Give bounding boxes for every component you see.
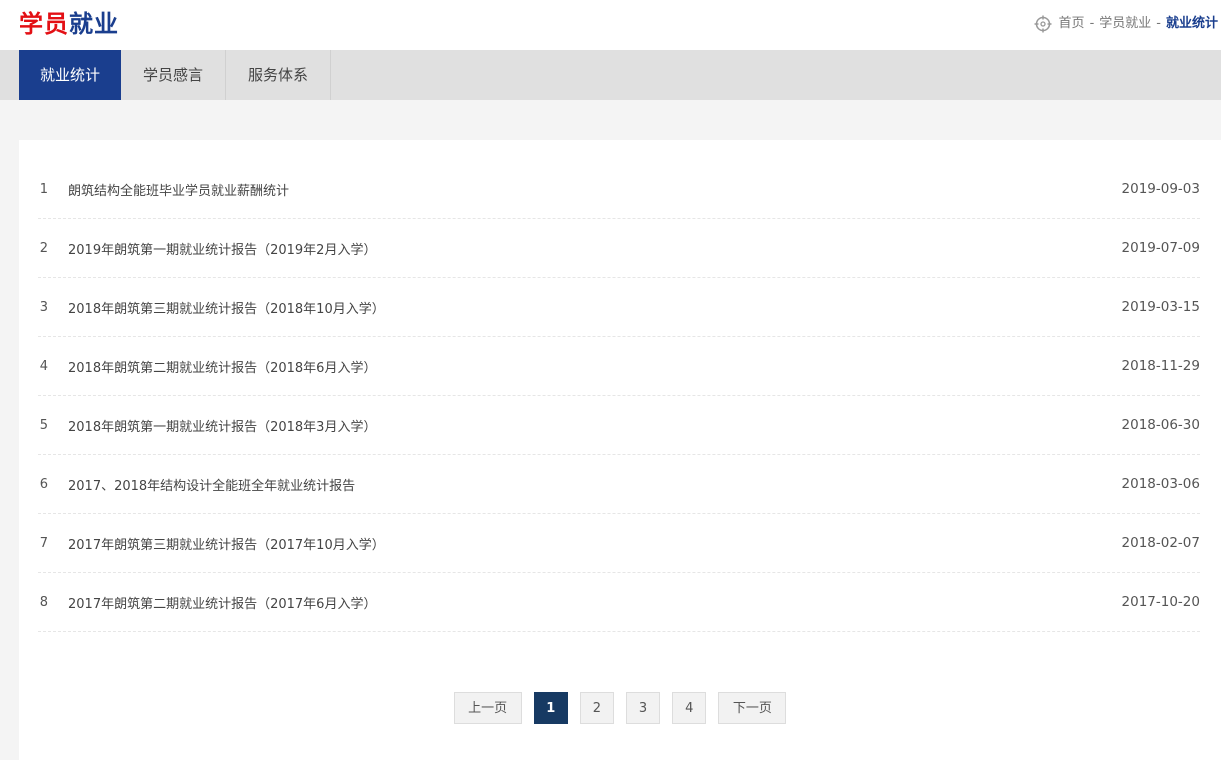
item-number: 2 xyxy=(39,240,48,256)
item-date: 2018-06-30 xyxy=(1121,417,1200,433)
pagination: 上一页 1 2 3 4 下一页 xyxy=(19,692,1221,724)
item-date: 2019-09-03 xyxy=(1121,181,1200,197)
page-1-button[interactable]: 1 xyxy=(533,692,568,724)
breadcrumb-separator: - xyxy=(1156,16,1161,31)
page-4-button[interactable]: 4 xyxy=(672,692,707,724)
list-item: 7 2017年朗筑第三期就业统计报告（2017年10月入学） 2018-02-0… xyxy=(38,514,1200,573)
item-date: 2018-11-29 xyxy=(1121,358,1200,374)
list-item: 5 2018年朗筑第一期就业统计报告（2018年3月入学） 2018-06-30 xyxy=(38,396,1200,455)
list-item: 4 2018年朗筑第二期就业统计报告（2018年6月入学） 2018-11-29 xyxy=(38,337,1200,396)
list-item: 3 2018年朗筑第三期就业统计报告（2018年10月入学） 2019-03-1… xyxy=(38,278,1200,337)
item-number: 3 xyxy=(39,299,48,315)
item-title-link[interactable]: 2018年朗筑第三期就业统计报告（2018年10月入学） xyxy=(68,298,1122,317)
page-2-button[interactable]: 2 xyxy=(579,692,614,724)
item-title-link[interactable]: 2017年朗筑第二期就业统计报告（2017年6月入学） xyxy=(68,593,1122,612)
item-date: 2018-02-07 xyxy=(1121,535,1200,551)
list-item: 2 2019年朗筑第一期就业统计报告（2019年2月入学） 2019-07-09 xyxy=(38,219,1200,278)
section-title-part2: 就业 xyxy=(69,10,119,38)
item-title-link[interactable]: 2019年朗筑第一期就业统计报告（2019年2月入学） xyxy=(68,239,1122,258)
prev-page-button[interactable]: 上一页 xyxy=(453,692,522,724)
report-list: 1 朗筑结构全能班毕业学员就业薪酬统计 2019-09-03 2 2019年朗筑… xyxy=(19,140,1221,632)
top-bar: 学员就业 首页 - 学员就业 - 就业统计 xyxy=(0,0,1221,50)
list-item: 8 2017年朗筑第二期就业统计报告（2017年6月入学） 2017-10-20 xyxy=(38,573,1200,632)
breadcrumb-home-link[interactable]: 首页 xyxy=(1059,14,1085,34)
item-date: 2017-10-20 xyxy=(1121,594,1200,610)
tab-bar: 就业统计 学员感言 服务体系 xyxy=(0,50,1221,100)
breadcrumb-employment-link[interactable]: 学员就业 xyxy=(1099,14,1151,34)
item-number: 8 xyxy=(39,594,48,610)
item-number: 6 xyxy=(39,476,48,492)
list-item: 6 2017、2018年结构设计全能班全年就业统计报告 2018-03-06 xyxy=(38,455,1200,514)
next-page-button[interactable]: 下一页 xyxy=(718,692,787,724)
item-date: 2018-03-06 xyxy=(1121,476,1200,492)
tab-student-testimonials[interactable]: 学员感言 xyxy=(121,50,227,100)
page-3-button[interactable]: 3 xyxy=(626,692,661,724)
item-title-link[interactable]: 2017、2018年结构设计全能班全年就业统计报告 xyxy=(68,475,1122,494)
item-date: 2019-07-09 xyxy=(1121,240,1200,256)
item-number: 4 xyxy=(39,358,48,374)
breadcrumb-current: 就业统计 xyxy=(1165,16,1218,31)
item-title-link[interactable]: 2017年朗筑第三期就业统计报告（2017年10月入学） xyxy=(68,534,1122,553)
section-title-part1: 学员 xyxy=(19,10,69,38)
item-number: 7 xyxy=(39,535,48,551)
item-title-link[interactable]: 2018年朗筑第二期就业统计报告（2018年6月入学） xyxy=(68,357,1122,376)
item-title-link[interactable]: 朗筑结构全能班毕业学员就业薪酬统计 xyxy=(68,180,1122,199)
item-date: 2019-03-15 xyxy=(1121,299,1200,315)
item-title-link[interactable]: 2018年朗筑第一期就业统计报告（2018年3月入学） xyxy=(68,416,1122,435)
breadcrumb-separator: - xyxy=(1089,16,1095,31)
content-panel: 1 朗筑结构全能班毕业学员就业薪酬统计 2019-09-03 2 2019年朗筑… xyxy=(19,140,1221,760)
list-item: 1 朗筑结构全能班毕业学员就业薪酬统计 2019-09-03 xyxy=(38,160,1200,219)
section-title: 学员就业 xyxy=(19,8,119,40)
location-crosshair-icon xyxy=(1034,15,1052,33)
tab-service-system[interactable]: 服务体系 xyxy=(226,50,332,100)
item-number: 5 xyxy=(39,417,48,433)
breadcrumb: 首页 - 学员就业 - 就业统计 xyxy=(1034,14,1218,34)
item-number: 1 xyxy=(39,181,48,197)
tab-employment-statistics[interactable]: 就业统计 xyxy=(19,50,122,100)
